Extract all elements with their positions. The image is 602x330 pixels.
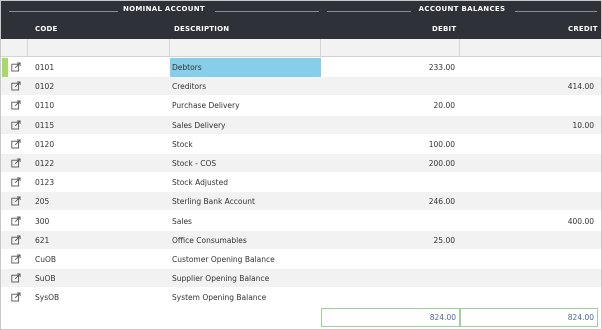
table-row[interactable]: 0115 Sales Delivery 10.00 bbox=[1, 115, 601, 135]
cell-code: 0120 bbox=[35, 139, 55, 149]
edit-external-icon[interactable] bbox=[11, 173, 23, 192]
edit-external-icon[interactable] bbox=[11, 192, 23, 211]
cell-description[interactable]: Stock - COS bbox=[172, 154, 216, 173]
table-row[interactable]: CuOB Customer Opening Balance bbox=[1, 250, 601, 269]
cell-debit[interactable]: 100.00 bbox=[429, 135, 455, 154]
table-row[interactable]: 0123 Stock Adjusted bbox=[1, 173, 601, 193]
edit-external-icon[interactable] bbox=[11, 116, 23, 135]
cell-credit[interactable]: 414.00 bbox=[568, 77, 594, 96]
cell-code: 0102 bbox=[35, 82, 55, 92]
edit-external-icon[interactable] bbox=[11, 288, 23, 307]
filter-cell-actions bbox=[1, 39, 28, 57]
selected-row-marker bbox=[2, 58, 8, 77]
cell-description[interactable]: Creditors bbox=[172, 77, 206, 96]
edit-external-icon[interactable] bbox=[11, 231, 23, 250]
table-row[interactable]: 0102 Creditors 414.00 bbox=[1, 77, 601, 97]
cell-debit[interactable]: 20.00 bbox=[434, 96, 455, 115]
group-header-account-balances: ACCOUNT BALANCES bbox=[325, 5, 599, 17]
cell-code: 300 bbox=[35, 216, 50, 226]
edit-external-icon[interactable] bbox=[11, 135, 23, 154]
edit-external-icon[interactable] bbox=[11, 269, 23, 288]
cell-description[interactable]: Sterling Bank Account bbox=[172, 192, 255, 211]
total-credit: 824.00 bbox=[460, 308, 598, 327]
cell-debit[interactable]: 233.00 bbox=[429, 58, 455, 77]
filter-code-input[interactable] bbox=[28, 39, 170, 57]
cell-debit[interactable]: 200.00 bbox=[429, 154, 455, 173]
table-row[interactable]: 0120 Stock 100.00 bbox=[1, 134, 601, 154]
cell-code: 205 bbox=[35, 197, 50, 207]
table-row[interactable]: SuOB Supplier Opening Balance bbox=[1, 269, 601, 289]
cell-credit[interactable]: 10.00 bbox=[573, 116, 594, 135]
cell-description[interactable]: Sales Delivery bbox=[172, 116, 225, 135]
table-row[interactable]: 0122 Stock - COS 200.00 bbox=[1, 154, 601, 173]
cell-description[interactable]: System Opening Balance bbox=[172, 288, 266, 307]
filter-description-input[interactable] bbox=[170, 39, 321, 57]
cell-code: CuOB bbox=[35, 255, 57, 264]
cell-code: 621 bbox=[35, 235, 50, 245]
cell-description[interactable]: Debtors bbox=[172, 58, 202, 77]
group-header-nominal-account: NOMINAL ACCOUNT bbox=[5, 5, 323, 17]
cell-credit[interactable]: 400.00 bbox=[568, 212, 594, 231]
cell-debit[interactable]: 246.00 bbox=[429, 192, 455, 211]
cell-debit[interactable]: 25.00 bbox=[434, 231, 455, 250]
cell-code: 0110 bbox=[35, 101, 55, 111]
table-row[interactable]: 621 Office Consumables 25.00 bbox=[1, 230, 601, 250]
edit-external-icon[interactable] bbox=[11, 77, 23, 96]
cell-description[interactable]: Supplier Opening Balance bbox=[172, 269, 269, 288]
cell-code: 0101 bbox=[35, 63, 55, 72]
table-row[interactable]: SysOB System Opening Balance bbox=[1, 288, 601, 308]
group-label-balances: ACCOUNT BALANCES bbox=[413, 5, 511, 13]
column-header-credit[interactable]: CREDIT bbox=[568, 25, 598, 33]
filter-row bbox=[1, 39, 601, 57]
edit-external-icon[interactable] bbox=[11, 58, 23, 77]
edit-external-icon[interactable] bbox=[11, 250, 23, 269]
edit-external-icon[interactable] bbox=[11, 154, 23, 173]
table-row[interactable]: 0101 Debtors 233.00 bbox=[1, 58, 601, 77]
cell-code: 0123 bbox=[35, 178, 55, 188]
filter-debit-input[interactable] bbox=[321, 39, 460, 57]
column-header-debit[interactable]: DEBIT bbox=[432, 25, 456, 33]
total-debit: 824.00 bbox=[321, 308, 460, 327]
cell-description[interactable]: Customer Opening Balance bbox=[172, 250, 275, 269]
table-row[interactable]: 205 Sterling Bank Account 246.00 bbox=[1, 192, 601, 212]
cell-code: SysOB bbox=[35, 293, 60, 303]
trial-balance-grid: NOMINAL ACCOUNT ACCOUNT BALANCES CODE DE… bbox=[0, 0, 602, 330]
column-header-description[interactable]: DESCRIPTION bbox=[174, 25, 229, 33]
table-row[interactable]: 0110 Purchase Delivery 20.00 bbox=[1, 96, 601, 116]
group-label-nominal: NOMINAL ACCOUNT bbox=[117, 5, 210, 13]
cell-code: 0122 bbox=[35, 159, 55, 168]
cell-description[interactable]: Sales bbox=[172, 212, 192, 231]
edit-external-icon[interactable] bbox=[11, 212, 23, 231]
column-header-code[interactable]: CODE bbox=[35, 25, 57, 33]
grid-header: NOMINAL ACCOUNT ACCOUNT BALANCES CODE DE… bbox=[1, 1, 601, 39]
cell-code: SuOB bbox=[35, 274, 56, 284]
cell-description[interactable]: Stock bbox=[172, 135, 193, 154]
edit-external-icon[interactable] bbox=[11, 96, 23, 115]
cell-code: 0115 bbox=[35, 120, 55, 130]
table-row[interactable]: 300 Sales 400.00 bbox=[1, 211, 601, 231]
cell-description[interactable]: Stock Adjusted bbox=[172, 173, 228, 192]
filter-credit-input[interactable] bbox=[460, 39, 601, 57]
cell-description[interactable]: Office Consumables bbox=[172, 231, 247, 250]
cell-description[interactable]: Purchase Delivery bbox=[172, 96, 240, 115]
